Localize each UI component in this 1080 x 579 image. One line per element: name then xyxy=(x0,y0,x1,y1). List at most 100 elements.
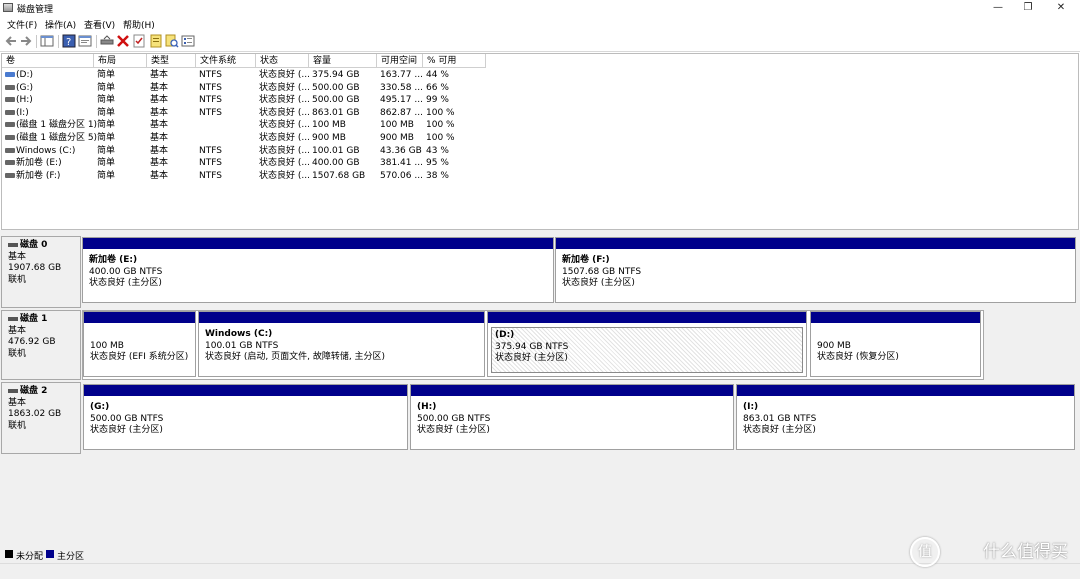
partition-recovery[interactable]: 900 MB 状态良好 (恢复分区) xyxy=(810,311,981,377)
menu-bar: 文件(F) 操作(A) 查看(V) 帮助(H) xyxy=(0,16,1080,31)
column-header-type[interactable]: 类型 xyxy=(147,54,196,68)
volume-row[interactable]: (H:) 简单 基本 NTFS 状态良好 (... 500.00 GB 495.17 ...… xyxy=(2,94,1078,107)
cell-status: 状态良好 (... xyxy=(259,70,310,80)
partition-name: (G:) xyxy=(90,402,110,412)
partition-e[interactable]: 新加卷 (E:) 400.00 GB NTFS 状态良好 (主分区) xyxy=(82,237,554,303)
cell-free: 570.06 ... xyxy=(380,170,423,181)
rescan-icon[interactable] xyxy=(149,34,163,48)
partition-size: 500.00 GB NTFS xyxy=(90,413,164,424)
disk-0-label[interactable]: 磁盘 0 基本 1907.68 GB 联机 xyxy=(1,236,81,308)
help-icon[interactable]: ? xyxy=(62,34,76,48)
check-icon[interactable] xyxy=(132,34,146,48)
cell-fs: NTFS xyxy=(199,145,222,156)
partition-size: 100.01 GB NTFS xyxy=(205,340,279,351)
partition-name: (I:) xyxy=(743,402,759,412)
primary-partition-bar xyxy=(84,385,407,396)
partition-i[interactable]: (I:) 863.01 GB NTFS 状态良好 (主分区) xyxy=(736,384,1075,450)
partition-c[interactable]: Windows (C:) 100.01 GB NTFS 状态良好 (启动, 页面… xyxy=(198,311,485,377)
volume-icon xyxy=(5,97,15,103)
cell-capacity: 500.00 GB xyxy=(312,95,360,106)
cell-fs: NTFS xyxy=(199,95,222,106)
watermark-logo: 值 xyxy=(910,537,940,567)
partition-status: 状态良好 (启动, 页面文件, 故障转储, 主分区) xyxy=(205,352,386,362)
cell-name: (I:) xyxy=(16,107,29,118)
disk-name: 磁盘 1 xyxy=(20,314,48,324)
cell-name: (D:) xyxy=(16,70,33,80)
cell-pct: 95 % xyxy=(426,158,449,169)
minimize-button[interactable]: — xyxy=(983,0,1013,16)
partition-status: 状态良好 (主分区) xyxy=(417,425,490,435)
volume-row[interactable]: (D:) 简单 基本 NTFS 状态良好 (... 375.94 GB 163.77 ...… xyxy=(2,69,1078,82)
volume-row[interactable]: (磁盘 1 磁盘分区 5) 简单 基本 状态良好 (... 900 MB 900 MB 10… xyxy=(2,132,1078,145)
volume-row[interactable]: (磁盘 1 磁盘分区 1) 简单 基本 状态良好 (... 100 MB 100 MB 10… xyxy=(2,119,1078,132)
toolbar: ? xyxy=(0,31,1080,52)
volume-row[interactable]: (G:) 简单 基本 NTFS 状态良好 (... 500.00 GB 330.58 ...… xyxy=(2,82,1078,95)
primary-partition-bar xyxy=(199,312,484,323)
cell-type: 基本 xyxy=(150,107,169,118)
partition-status: 状态良好 (主分区) xyxy=(90,425,163,435)
cell-capacity: 400.00 GB xyxy=(312,158,360,169)
cell-capacity: 100.01 GB xyxy=(312,145,360,156)
primary-partition-bar xyxy=(556,238,1075,249)
menu-view[interactable]: 查看(V) xyxy=(84,18,115,31)
volume-list: 卷 布局 类型 文件系统 状态 容量 可用空间 % 可用 (D:) 简单 基本 NTF… xyxy=(1,53,1079,230)
legend-swatch-primary xyxy=(46,550,54,558)
disk-1-label[interactable]: 磁盘 1 基本 476.92 GB 联机 xyxy=(1,310,81,380)
partition-name: (D:) xyxy=(495,330,515,340)
volume-icon xyxy=(5,109,15,115)
delete-icon[interactable] xyxy=(116,34,130,48)
partition-efi[interactable]: 100 MB 状态良好 (EFI 系统分区) xyxy=(83,311,196,377)
cell-free: 900 MB xyxy=(380,133,414,143)
cell-type: 基本 xyxy=(150,170,169,181)
column-header-status[interactable]: 状态 xyxy=(256,54,309,68)
disk-2-label[interactable]: 磁盘 2 基本 1863.02 GB 联机 xyxy=(1,382,81,454)
cell-capacity: 375.94 GB xyxy=(312,70,360,80)
forward-arrow-icon[interactable] xyxy=(19,34,33,48)
cell-name: 新加卷 (E:) xyxy=(16,158,62,169)
cell-capacity: 1507.68 GB xyxy=(312,170,366,181)
menu-file[interactable]: 文件(F) xyxy=(7,18,37,31)
partition-f[interactable]: 新加卷 (F:) 1507.68 GB NTFS 状态良好 (主分区) xyxy=(555,237,1076,303)
volume-icon xyxy=(5,135,15,140)
volume-icon xyxy=(5,72,15,77)
cell-pct: 66 % xyxy=(426,82,449,93)
cell-type: 基本 xyxy=(150,133,169,143)
cell-type: 基本 xyxy=(150,82,169,93)
cell-status: 状态良好 (... xyxy=(259,158,310,169)
partition-d[interactable]: (D:) 375.94 GB NTFS 状态良好 (主分区) xyxy=(487,311,807,377)
column-header-percent-free[interactable]: % 可用 xyxy=(423,54,486,68)
column-header-volume[interactable]: 卷 xyxy=(2,54,94,68)
column-header-layout[interactable]: 布局 xyxy=(94,54,147,68)
connect-icon[interactable] xyxy=(100,34,114,48)
volume-row[interactable]: 新加卷 (E:) 简单 基本 NTFS 状态良好 (... 400.00 GB 381.41… xyxy=(2,157,1078,170)
disk-name: 磁盘 0 xyxy=(20,240,48,250)
cell-status: 状态良好 (... xyxy=(259,145,310,156)
cell-capacity: 863.01 GB xyxy=(312,107,360,118)
column-header-free-space[interactable]: 可用空间 xyxy=(377,54,423,68)
disk-size: 1907.68 GB xyxy=(8,263,62,273)
close-button[interactable]: ✕ xyxy=(1046,0,1076,16)
cell-free: 495.17 ... xyxy=(380,95,423,106)
column-header-filesystem[interactable]: 文件系统 xyxy=(196,54,256,68)
list-icon[interactable] xyxy=(181,34,195,48)
cell-layout: 简单 xyxy=(97,120,116,131)
partition-size: 900 MB xyxy=(817,340,851,351)
cell-name: 新加卷 (F:) xyxy=(16,170,61,181)
volume-row[interactable]: 新加卷 (F:) 简单 基本 NTFS 状态良好 (... 1507.68 GB 570.0… xyxy=(2,170,1078,183)
back-arrow-icon[interactable] xyxy=(4,34,18,48)
partition-name: 新加卷 (F:) xyxy=(562,255,610,265)
partition-status: 状态良好 (EFI 系统分区) xyxy=(90,352,189,362)
volume-row[interactable]: Windows (C:) 简单 基本 NTFS 状态良好 (... 100.01 GB 43… xyxy=(2,145,1078,158)
console-tree-icon[interactable] xyxy=(40,34,54,48)
menu-help[interactable]: 帮助(H) xyxy=(123,18,155,31)
partition-name: Windows (C:) xyxy=(205,329,273,339)
menu-action[interactable]: 操作(A) xyxy=(45,18,76,31)
partition-g[interactable]: (G:) 500.00 GB NTFS 状态良好 (主分区) xyxy=(83,384,408,450)
properties-icon[interactable] xyxy=(78,34,92,48)
maximize-button[interactable]: ❐ xyxy=(1013,0,1043,16)
cell-layout: 简单 xyxy=(97,107,116,118)
column-header-capacity[interactable]: 容量 xyxy=(309,54,377,68)
volume-row[interactable]: (I:) 简单 基本 NTFS 状态良好 (... 863.01 GB 862.87 ...… xyxy=(2,107,1078,120)
search-icon[interactable] xyxy=(165,34,179,48)
partition-h[interactable]: (H:) 500.00 GB NTFS 状态良好 (主分区) xyxy=(410,384,734,450)
